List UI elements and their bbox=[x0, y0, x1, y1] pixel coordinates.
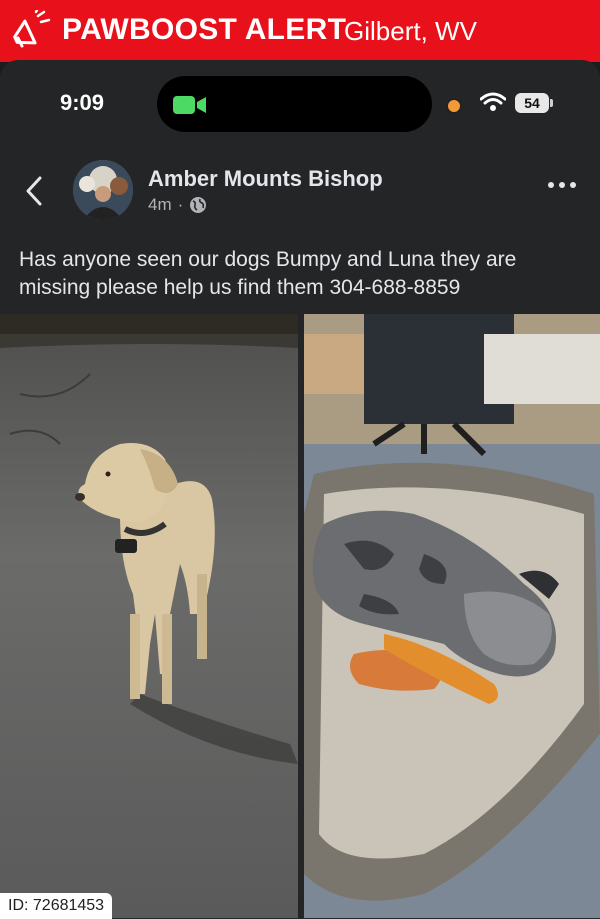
post-time: 4m bbox=[148, 195, 172, 214]
avatar[interactable] bbox=[73, 160, 133, 220]
photo-dog-bulldog[interactable] bbox=[304, 314, 600, 918]
status-time: 9:09 bbox=[60, 90, 105, 115]
dynamic-island bbox=[157, 76, 432, 132]
alert-brand: PAWBOOST ALERT bbox=[62, 13, 347, 46]
photo-dog-bulldog-image bbox=[304, 314, 600, 918]
alert-location: Gilbert, WV bbox=[344, 16, 477, 46]
post-meta: 4m · bbox=[148, 195, 207, 215]
globe-icon bbox=[190, 197, 207, 213]
phone-screenshot: 9:09 54 Amber Mounts Bishop 4m · Has any… bbox=[0, 60, 600, 919]
back-chevron-icon[interactable] bbox=[22, 174, 44, 208]
video-camera-icon bbox=[173, 96, 206, 114]
battery-indicator: 54 bbox=[515, 93, 553, 113]
megaphone-icon bbox=[13, 10, 51, 48]
photo-dog-lab[interactable] bbox=[0, 314, 298, 918]
post-author[interactable]: Amber Mounts Bishop bbox=[148, 166, 383, 192]
avatar-photo bbox=[73, 160, 133, 220]
alert-banner: PAWBOOST ALERT Gilbert, WV bbox=[0, 0, 600, 62]
post-text: Has anyone seen our dogs Bumpy and Luna … bbox=[19, 248, 517, 299]
more-options-icon[interactable] bbox=[546, 179, 578, 191]
wifi-icon bbox=[480, 92, 506, 111]
photo-dog-lab-image bbox=[0, 314, 298, 918]
mic-indicator-icon bbox=[446, 98, 462, 114]
listing-id: ID: 72681453 bbox=[0, 893, 113, 919]
meta-separator: · bbox=[177, 195, 184, 214]
